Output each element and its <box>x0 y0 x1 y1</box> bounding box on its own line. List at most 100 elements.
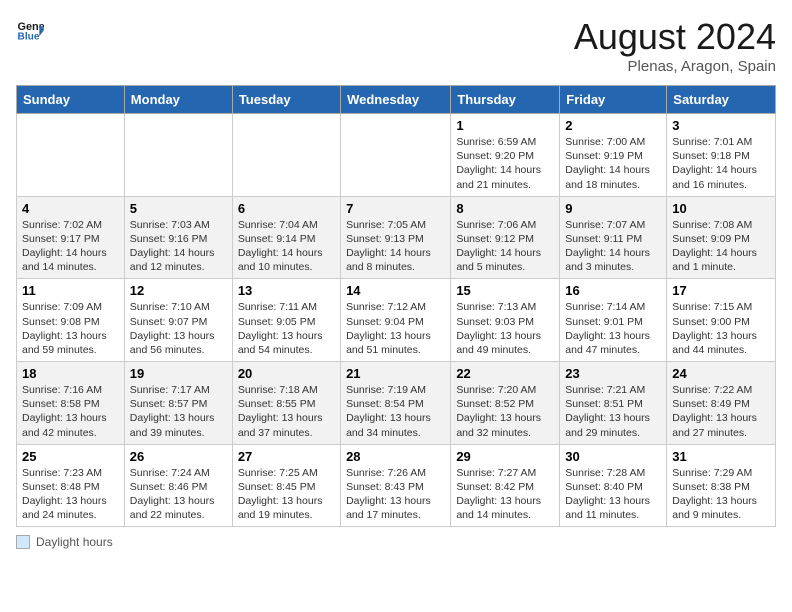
logo-icon: General Blue <box>16 16 44 44</box>
day-number: 13 <box>238 283 335 298</box>
day-number: 10 <box>672 201 770 216</box>
day-cell: 30 Sunrise: 7:28 AM Sunset: 8:40 PM Dayli… <box>560 444 667 527</box>
day-cell: 11Sunrise: 7:09 AM Sunset: 9:08 PM Dayli… <box>17 279 125 362</box>
location: Plenas, Aragon, Spain <box>574 58 776 75</box>
day-cell: 24 Sunrise: 7:22 AM Sunset: 8:49 PM Dayli… <box>667 362 776 445</box>
day-info: Sunrise: 7:11 AM Sunset: 9:05 PM Dayligh… <box>238 300 335 357</box>
day-cell: 20Sunrise: 7:18 AM Sunset: 8:55 PM Dayli… <box>232 362 340 445</box>
day-cell <box>17 114 125 197</box>
day-number: 14 <box>346 283 445 298</box>
day-cell: 4Sunrise: 7:02 AM Sunset: 9:17 PM Daylig… <box>17 196 125 279</box>
day-info: Sunrise: 7:08 AM Sunset: 9:09 PM Dayligh… <box>672 218 770 275</box>
day-cell: 7 Sunrise: 7:05 AM Sunset: 9:13 PM Daylig… <box>341 196 451 279</box>
day-number: 16 <box>565 283 661 298</box>
day-cell: 2Sunrise: 7:00 AM Sunset: 9:19 PM Daylig… <box>560 114 667 197</box>
day-info: Sunrise: 7:20 AM Sunset: 8:52 PM Dayligh… <box>456 383 554 440</box>
day-info: Sunrise: 7:12 AM Sunset: 9:04 PM Dayligh… <box>346 300 445 357</box>
day-number: 22 <box>456 366 554 381</box>
day-number: 12 <box>130 283 227 298</box>
day-info: Sunrise: 7:29 AM Sunset: 8:38 PM Dayligh… <box>672 466 770 523</box>
day-cell: 25 Sunrise: 7:23 AM Sunset: 8:48 PM Dayli… <box>17 444 125 527</box>
day-info: Sunrise: 7:17 AM Sunset: 8:57 PM Dayligh… <box>130 383 227 440</box>
day-number: 17 <box>672 283 770 298</box>
day-info: Sunrise: 7:24 AM Sunset: 8:46 PM Dayligh… <box>130 466 227 523</box>
day-info: Sunrise: 7:25 AM Sunset: 8:45 PM Dayligh… <box>238 466 335 523</box>
day-info: Sunrise: 7:21 AM Sunset: 8:51 PM Dayligh… <box>565 383 661 440</box>
day-info: Sunrise: 7:02 AM Sunset: 9:17 PM Dayligh… <box>22 218 119 275</box>
day-info: Sunrise: 7:13 AM Sunset: 9:03 PM Dayligh… <box>456 300 554 357</box>
svg-text:Blue: Blue <box>18 31 40 42</box>
day-cell: 28 Sunrise: 7:26 AM Sunset: 8:43 PM Dayli… <box>341 444 451 527</box>
day-number: 18 <box>22 366 119 381</box>
day-cell: 8 Sunrise: 7:06 AM Sunset: 9:12 PM Daylig… <box>451 196 560 279</box>
footer: Daylight hours <box>16 535 776 549</box>
day-cell: 22 Sunrise: 7:20 AM Sunset: 8:52 PM Dayli… <box>451 362 560 445</box>
day-number: 5 <box>130 201 227 216</box>
title-block: August 2024 Plenas, Aragon, Spain <box>574 16 776 75</box>
day-info: Sunrise: 7:16 AM Sunset: 8:58 PM Dayligh… <box>22 383 119 440</box>
day-number: 7 <box>346 201 445 216</box>
day-number: 25 <box>22 449 119 464</box>
day-cell: 23 Sunrise: 7:21 AM Sunset: 8:51 PM Dayli… <box>560 362 667 445</box>
day-cell: 6 Sunrise: 7:04 AM Sunset: 9:14 PM Daylig… <box>232 196 340 279</box>
day-number: 26 <box>130 449 227 464</box>
day-number: 1 <box>456 118 554 133</box>
day-info: Sunrise: 7:06 AM Sunset: 9:12 PM Dayligh… <box>456 218 554 275</box>
legend-box <box>16 535 30 549</box>
day-number: 28 <box>346 449 445 464</box>
day-header-monday: Monday <box>124 86 232 114</box>
day-number: 27 <box>238 449 335 464</box>
week-row-2: 4Sunrise: 7:02 AM Sunset: 9:17 PM Daylig… <box>17 196 776 279</box>
week-row-1: 1Sunrise: 6:59 AM Sunset: 9:20 PM Daylig… <box>17 114 776 197</box>
day-info: Sunrise: 7:14 AM Sunset: 9:01 PM Dayligh… <box>565 300 661 357</box>
day-cell: 15 Sunrise: 7:13 AM Sunset: 9:03 PM Dayli… <box>451 279 560 362</box>
day-number: 11 <box>22 283 119 298</box>
day-header-tuesday: Tuesday <box>232 86 340 114</box>
month-title: August 2024 <box>574 16 776 58</box>
legend-label: Daylight hours <box>36 535 113 549</box>
day-number: 23 <box>565 366 661 381</box>
day-number: 20 <box>238 366 335 381</box>
day-cell: 10 Sunrise: 7:08 AM Sunset: 9:09 PM Dayli… <box>667 196 776 279</box>
logo: General Blue <box>16 16 44 44</box>
day-info: Sunrise: 7:07 AM Sunset: 9:11 PM Dayligh… <box>565 218 661 275</box>
day-cell: 31Sunrise: 7:29 AM Sunset: 8:38 PM Dayli… <box>667 444 776 527</box>
day-info: Sunrise: 7:23 AM Sunset: 8:48 PM Dayligh… <box>22 466 119 523</box>
day-number: 15 <box>456 283 554 298</box>
day-cell: 29 Sunrise: 7:27 AM Sunset: 8:42 PM Dayli… <box>451 444 560 527</box>
day-cell: 12Sunrise: 7:10 AM Sunset: 9:07 PM Dayli… <box>124 279 232 362</box>
day-number: 3 <box>672 118 770 133</box>
day-info: Sunrise: 7:15 AM Sunset: 9:00 PM Dayligh… <box>672 300 770 357</box>
day-info: Sunrise: 7:01 AM Sunset: 9:18 PM Dayligh… <box>672 135 770 192</box>
day-cell: 3 Sunrise: 7:01 AM Sunset: 9:18 PM Daylig… <box>667 114 776 197</box>
day-info: Sunrise: 7:19 AM Sunset: 8:54 PM Dayligh… <box>346 383 445 440</box>
day-number: 21 <box>346 366 445 381</box>
week-row-5: 25 Sunrise: 7:23 AM Sunset: 8:48 PM Dayli… <box>17 444 776 527</box>
day-header-friday: Friday <box>560 86 667 114</box>
day-number: 9 <box>565 201 661 216</box>
day-info: Sunrise: 7:27 AM Sunset: 8:42 PM Dayligh… <box>456 466 554 523</box>
day-number: 2 <box>565 118 661 133</box>
day-number: 24 <box>672 366 770 381</box>
day-cell <box>232 114 340 197</box>
day-cell: 26 Sunrise: 7:24 AM Sunset: 8:46 PM Dayli… <box>124 444 232 527</box>
day-info: Sunrise: 7:26 AM Sunset: 8:43 PM Dayligh… <box>346 466 445 523</box>
day-header-saturday: Saturday <box>667 86 776 114</box>
day-info: Sunrise: 7:28 AM Sunset: 8:40 PM Dayligh… <box>565 466 661 523</box>
day-number: 6 <box>238 201 335 216</box>
day-number: 30 <box>565 449 661 464</box>
day-cell: 21 Sunrise: 7:19 AM Sunset: 8:54 PM Dayli… <box>341 362 451 445</box>
day-cell: 19 Sunrise: 7:17 AM Sunset: 8:57 PM Dayli… <box>124 362 232 445</box>
week-row-3: 11Sunrise: 7:09 AM Sunset: 9:08 PM Dayli… <box>17 279 776 362</box>
day-info: Sunrise: 7:22 AM Sunset: 8:49 PM Dayligh… <box>672 383 770 440</box>
day-header-wednesday: Wednesday <box>341 86 451 114</box>
day-number: 8 <box>456 201 554 216</box>
day-number: 19 <box>130 366 227 381</box>
day-info: Sunrise: 7:05 AM Sunset: 9:13 PM Dayligh… <box>346 218 445 275</box>
day-cell: 5Sunrise: 7:03 AM Sunset: 9:16 PM Daylig… <box>124 196 232 279</box>
page-header: General Blue August 2024 Plenas, Aragon,… <box>16 16 776 75</box>
day-cell: 1Sunrise: 6:59 AM Sunset: 9:20 PM Daylig… <box>451 114 560 197</box>
day-number: 29 <box>456 449 554 464</box>
day-info: Sunrise: 7:04 AM Sunset: 9:14 PM Dayligh… <box>238 218 335 275</box>
day-header-sunday: Sunday <box>17 86 125 114</box>
